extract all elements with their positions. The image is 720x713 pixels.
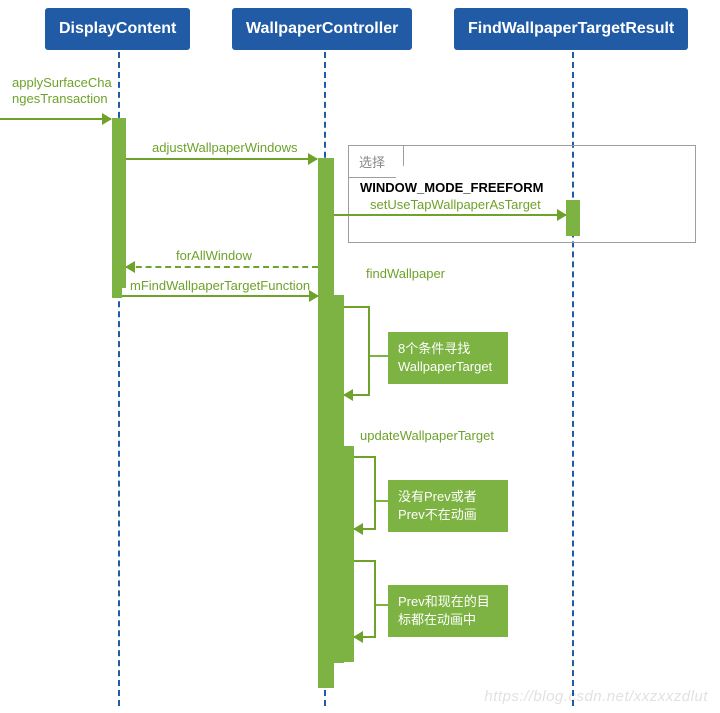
selfcall-prevanim xyxy=(354,560,376,638)
msg-forallwindow: forAllWindow xyxy=(176,248,252,263)
selfcall-findwallpaper xyxy=(344,306,370,396)
note-8conditions: 8个条件寻找 WallpaperTarget xyxy=(388,332,508,384)
msg-setusetap: setUseTapWallpaperAsTarget xyxy=(370,197,541,212)
activation-displaycontent xyxy=(112,118,126,288)
note-noprev-line1: 没有Prev或者 xyxy=(398,489,477,504)
connector-note1 xyxy=(370,355,388,357)
note-8conditions-line1: 8个条件寻找 xyxy=(398,341,470,356)
msg-updatewallpapertarget: updateWallpaperTarget xyxy=(360,428,494,443)
connector-note3 xyxy=(376,604,388,606)
participant-findwallpapertargetresult: FindWallpaperTargetResult xyxy=(454,8,688,50)
msg-applysurfacechanges-line2: ngesTransaction xyxy=(12,91,108,106)
msg-findfunction: mFindWallpaperTargetFunction xyxy=(130,278,310,293)
connector-note2 xyxy=(376,500,388,502)
activation-result-setusetap xyxy=(566,200,580,236)
arrow-findfunction xyxy=(122,295,318,297)
note-noprev-line2: Prev不在动画 xyxy=(398,507,477,522)
activation-nested-2 xyxy=(342,446,354,662)
selfcall-noprev xyxy=(354,456,376,530)
arrow-forallwindow xyxy=(126,266,318,268)
note-prevanim-line1: Prev和现在的目 xyxy=(398,594,490,609)
participant-displaycontent: DisplayContent xyxy=(45,8,190,50)
note-prevanim: Prev和现在的目 标都在动画中 xyxy=(388,585,508,637)
note-prevanim-line2: 标都在动画中 xyxy=(398,612,476,627)
fragment-guard: WINDOW_MODE_FREEFORM xyxy=(360,180,543,195)
msg-adjustwallpaperwindows: adjustWallpaperWindows xyxy=(152,140,297,155)
note-noprev: 没有Prev或者 Prev不在动画 xyxy=(388,480,508,532)
msg-applysurfacechanges-line1: applySurfaceCha xyxy=(12,75,112,90)
activation-displaycontent-inner xyxy=(112,266,122,298)
arrow-applysurfacechanges xyxy=(0,118,111,120)
watermark: https://blog.csdn.net/xxzxxzdlut xyxy=(484,688,708,705)
fragment-opt-label: 选择 xyxy=(349,146,404,178)
arrow-setusetap xyxy=(334,214,566,216)
participant-wallpapercontroller: WallpaperController xyxy=(232,8,412,50)
msg-findwallpaper: findWallpaper xyxy=(366,266,445,281)
note-8conditions-line2: WallpaperTarget xyxy=(398,359,492,374)
msg-applysurfacechanges: applySurfaceCha ngesTransaction xyxy=(12,75,112,106)
arrow-adjustwallpaperwindows xyxy=(126,158,317,160)
